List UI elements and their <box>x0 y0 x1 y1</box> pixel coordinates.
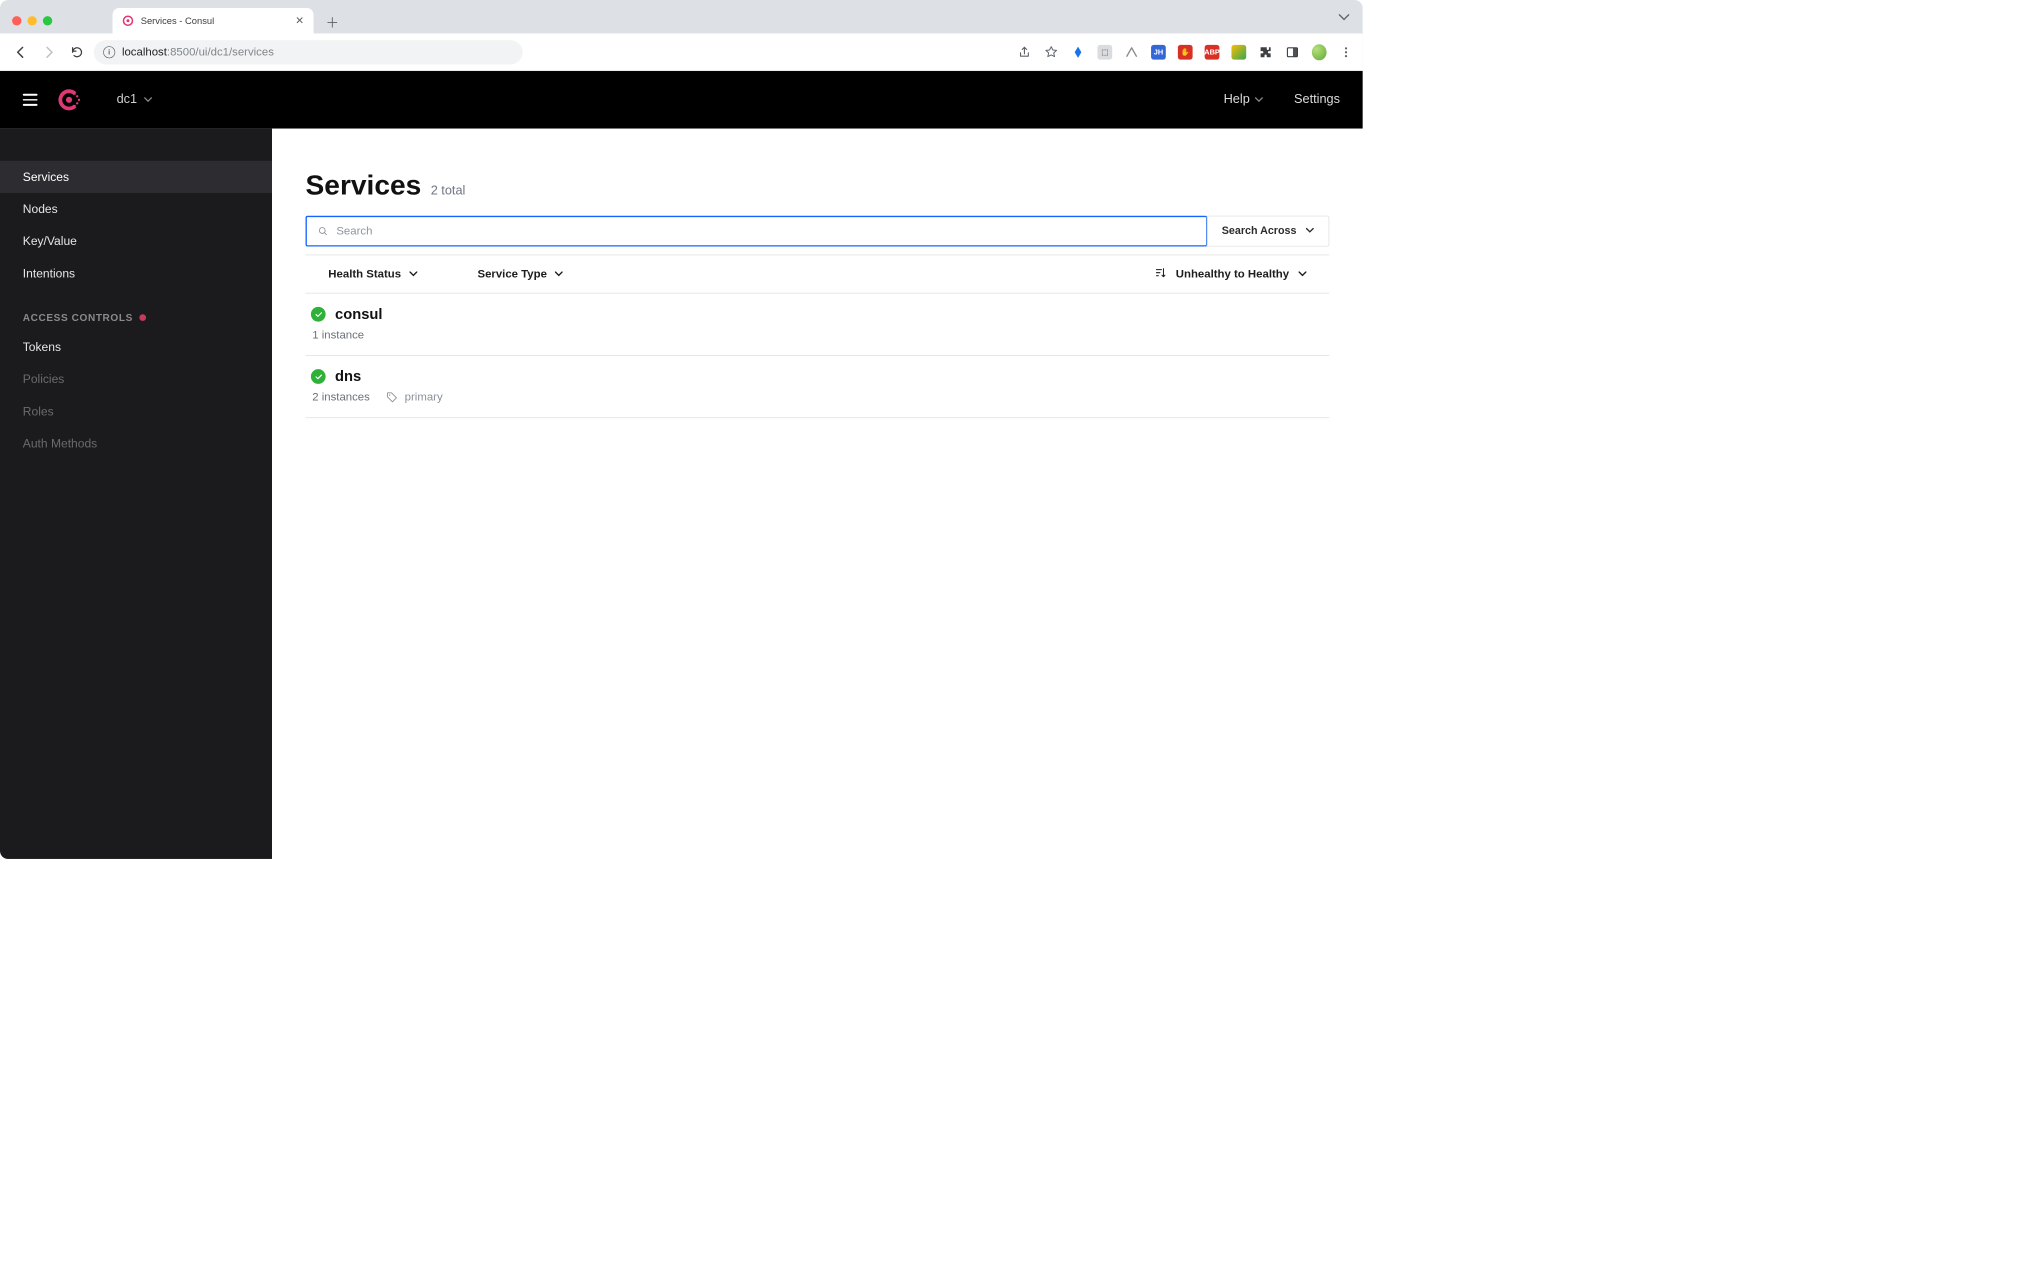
filter-service-type[interactable]: Service Type <box>477 267 563 280</box>
browser-reload-button[interactable] <box>66 41 89 64</box>
filter-bar: Health Status Service Type Unhealthy to … <box>306 255 1330 294</box>
search-across-button[interactable]: Search Across <box>1206 216 1329 247</box>
chevron-down-icon <box>144 95 152 104</box>
settings-link[interactable]: Settings <box>1294 92 1340 107</box>
service-row[interactable]: dns 2 instances primary <box>306 356 1330 418</box>
browser-address-bar[interactable]: i localhost:8500/ui/dc1/services <box>94 40 523 64</box>
window-controls <box>12 16 52 25</box>
extension-icon[interactable] <box>1231 45 1246 60</box>
sidebar-item-policies[interactable]: Policies <box>0 363 272 395</box>
help-menu[interactable]: Help <box>1224 92 1264 107</box>
status-dot-icon <box>140 314 147 321</box>
browser-menu-icon[interactable] <box>1339 45 1354 60</box>
search-icon <box>318 226 329 237</box>
window-close-button[interactable] <box>12 16 21 25</box>
sidebar-item-intentions[interactable]: Intentions <box>0 257 272 289</box>
window-minimize-button[interactable] <box>27 16 36 25</box>
extension-icon[interactable]: JH <box>1151 45 1166 60</box>
browser-tab-title: Services - Consul <box>141 15 289 26</box>
sidebar-item-tokens[interactable]: Tokens <box>0 331 272 363</box>
main-content: Services 2 total Search Across Hea <box>272 129 1363 859</box>
chevron-down-icon <box>555 267 563 280</box>
filter-health-status[interactable]: Health Status <box>328 267 417 280</box>
sidebar-item-nodes[interactable]: Nodes <box>0 193 272 225</box>
health-passing-icon <box>311 369 326 384</box>
extension-icon[interactable]: ⬚ <box>1097 45 1112 60</box>
consul-logo-icon <box>55 86 83 114</box>
url-text: localhost:8500/ui/dc1/services <box>122 45 274 58</box>
sort-icon <box>1154 266 1166 281</box>
extension-icon[interactable]: ABP <box>1205 45 1220 60</box>
extension-icon[interactable] <box>1071 45 1086 60</box>
browser-chrome: Services - Consul ✕ ＋ i localhost:8500/u… <box>0 0 1363 71</box>
sidebar-item-auth-methods[interactable]: Auth Methods <box>0 427 272 459</box>
page-title: Services <box>306 169 422 201</box>
service-name: dns <box>335 368 361 385</box>
menu-toggle-button[interactable] <box>23 94 38 106</box>
service-instance-count: 1 instance <box>312 328 364 341</box>
sidebar-item-roles[interactable]: Roles <box>0 395 272 427</box>
service-row[interactable]: consul 1 instance <box>306 293 1330 355</box>
service-instance-count: 2 instances <box>312 391 370 404</box>
datacenter-label: dc1 <box>117 92 138 107</box>
page-subtitle: 2 total <box>431 184 466 199</box>
service-tag: primary <box>386 391 443 404</box>
service-name: consul <box>335 306 383 323</box>
extension-icon[interactable] <box>1124 45 1139 60</box>
datacenter-selector[interactable]: dc1 <box>117 92 152 107</box>
sidebar-item-services[interactable]: Services <box>0 161 272 193</box>
search-box[interactable] <box>306 216 1208 247</box>
browser-tab[interactable]: Services - Consul ✕ <box>113 8 314 33</box>
tab-overflow-icon[interactable] <box>1339 12 1350 24</box>
site-info-icon[interactable]: i <box>103 46 115 58</box>
browser-forward-button[interactable] <box>38 41 61 64</box>
browser-back-button[interactable] <box>9 41 32 64</box>
side-panel-icon[interactable] <box>1285 45 1300 60</box>
extensions-puzzle-icon[interactable] <box>1258 45 1273 60</box>
health-passing-icon <box>311 307 326 322</box>
tag-icon <box>386 391 398 403</box>
sidebar-item-key-value[interactable]: Key/Value <box>0 225 272 257</box>
chevron-down-icon <box>1298 267 1306 280</box>
new-tab-button[interactable]: ＋ <box>322 11 343 32</box>
bookmark-star-icon[interactable] <box>1044 45 1059 60</box>
tab-close-icon[interactable]: ✕ <box>295 14 304 27</box>
extension-icon[interactable]: ✋ <box>1178 45 1193 60</box>
chevron-down-icon <box>1255 95 1263 104</box>
share-icon[interactable] <box>1017 45 1032 60</box>
browser-toolbar: i localhost:8500/ui/dc1/services ⬚ JH ✋ … <box>0 34 1363 72</box>
chevron-down-icon <box>409 267 417 280</box>
sidebar: Services Nodes Key/Value Intentions ACCE… <box>0 129 272 859</box>
sidebar-section-access-controls: ACCESS CONTROLS <box>0 304 272 331</box>
browser-actions: ⬚ JH ✋ ABP <box>1017 45 1353 60</box>
consul-favicon-icon <box>122 15 134 27</box>
sort-selector[interactable]: Unhealthy to Healthy <box>1154 266 1306 281</box>
chevron-down-icon <box>1306 224 1314 236</box>
window-maximize-button[interactable] <box>43 16 52 25</box>
app-header: dc1 Help Settings <box>0 71 1363 129</box>
service-list: consul 1 instance dns 2 instances <box>306 293 1330 418</box>
search-input[interactable] <box>336 224 1195 237</box>
profile-avatar-icon[interactable] <box>1312 45 1327 60</box>
